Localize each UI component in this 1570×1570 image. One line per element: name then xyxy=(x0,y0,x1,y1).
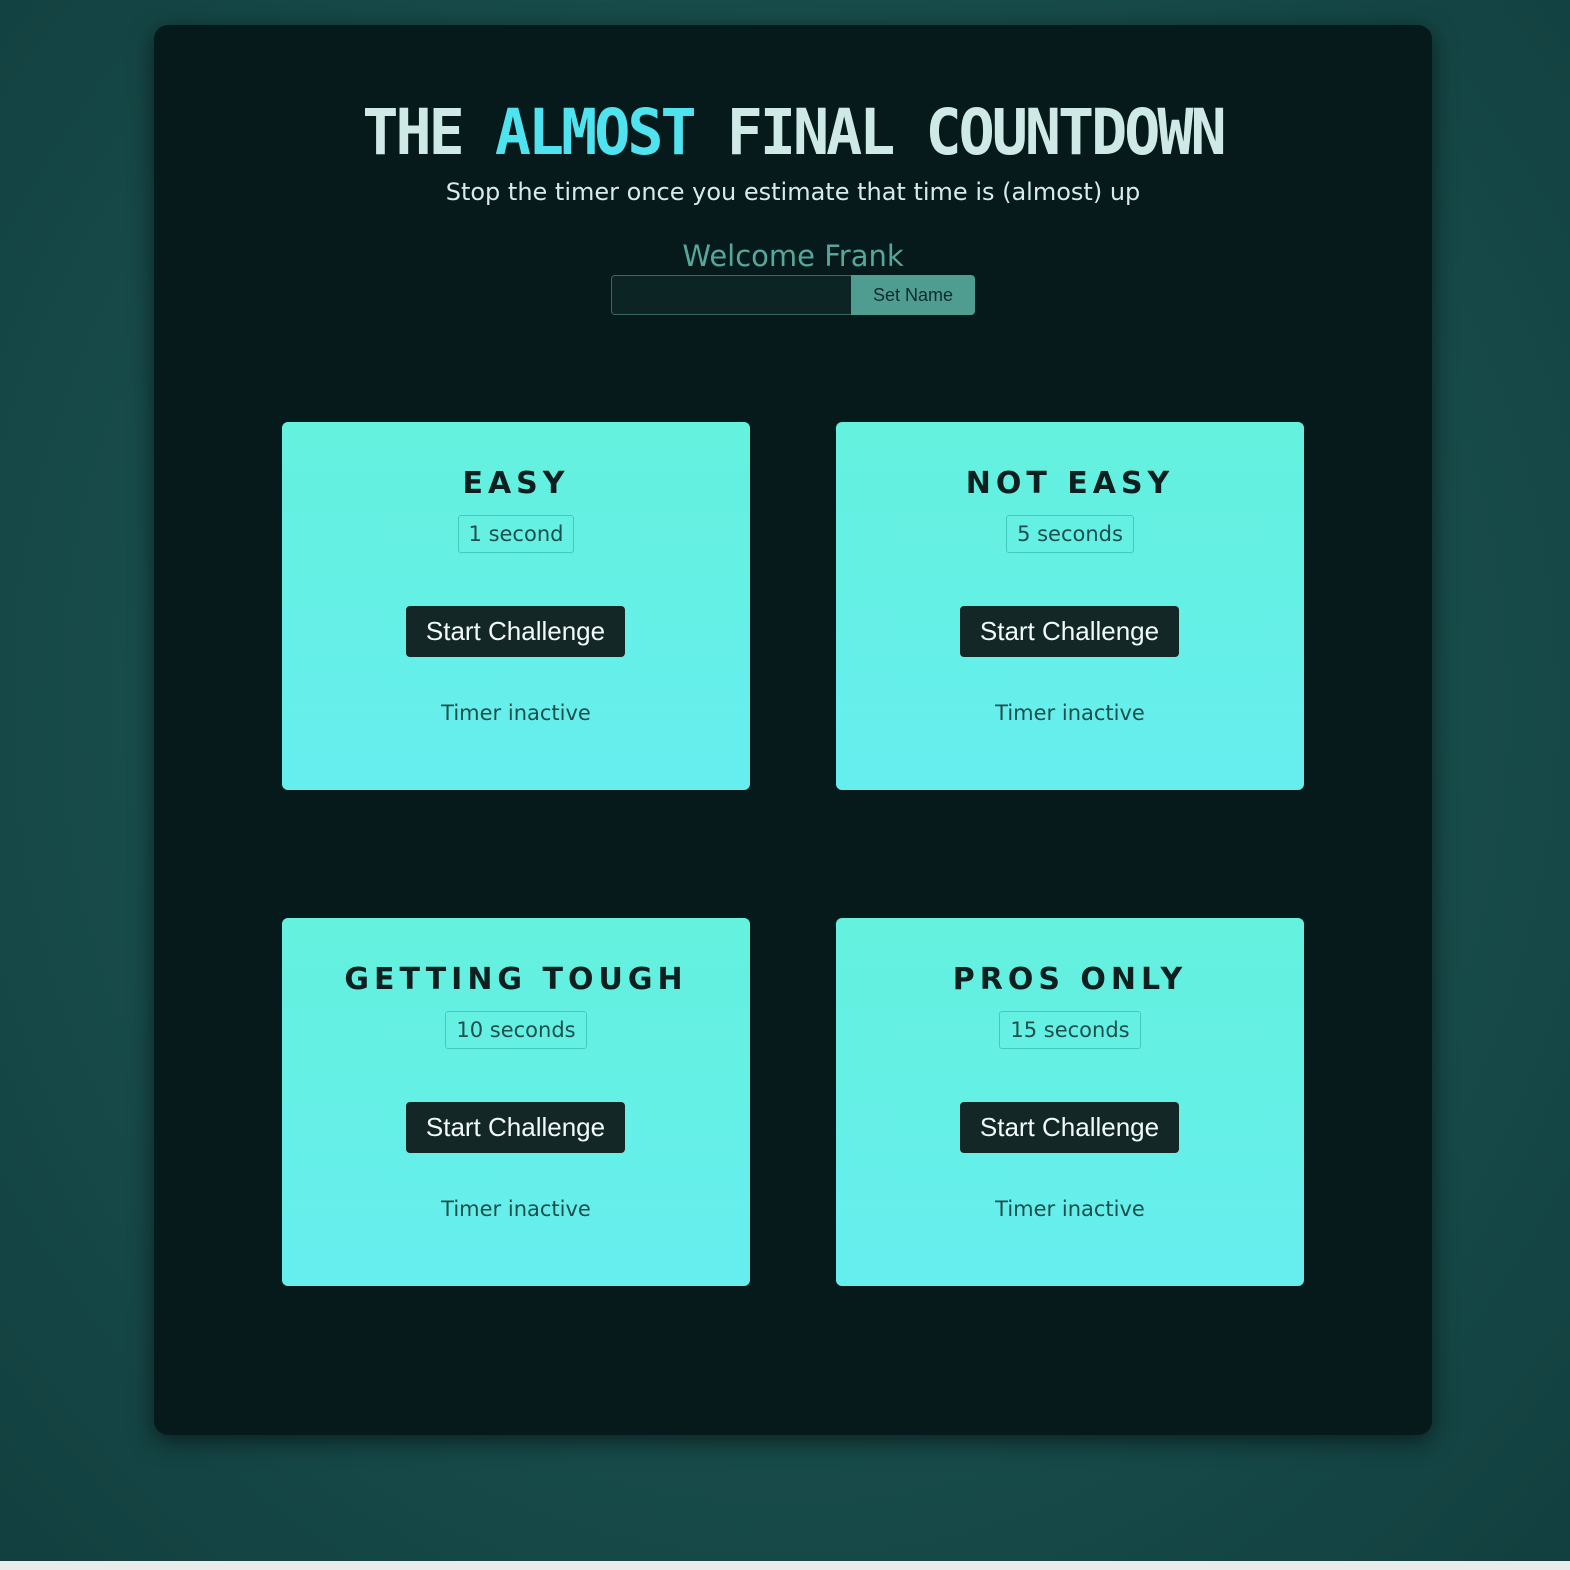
start-challenge-button[interactable]: Start Challenge xyxy=(960,1102,1179,1153)
page-subtitle: Stop the timer once you estimate that ti… xyxy=(445,178,1141,206)
challenge-title: PROS ONLY xyxy=(952,962,1188,997)
challenge-title: EASY xyxy=(462,466,570,501)
welcome-message: Welcome Frank xyxy=(682,239,904,273)
timer-status: Timer inactive xyxy=(441,1197,591,1221)
timer-status: Timer inactive xyxy=(441,701,591,725)
timer-status: Timer inactive xyxy=(995,1197,1145,1221)
start-challenge-button[interactable]: Start Challenge xyxy=(960,606,1179,657)
start-challenge-button[interactable]: Start Challenge xyxy=(406,606,625,657)
challenge-card-getting-tough: GETTING TOUGH 10 seconds Start Challenge… xyxy=(282,918,750,1286)
title-suffix: FINAL COUNTDOWN xyxy=(726,96,1227,170)
challenge-duration-badge: 1 second xyxy=(457,515,575,553)
title-accent: ALMOST xyxy=(494,96,697,170)
main-panel: THE ALMOST FINAL COUNTDOWN Stop the time… xyxy=(154,25,1432,1435)
set-name-button[interactable]: Set Name xyxy=(851,275,975,315)
challenge-duration-badge: 10 seconds xyxy=(445,1011,587,1049)
start-challenge-button[interactable]: Start Challenge xyxy=(406,1102,625,1153)
challenge-card-not-easy: NOT EASY 5 seconds Start Challenge Timer… xyxy=(836,422,1304,790)
challenge-card-easy: EASY 1 second Start Challenge Timer inac… xyxy=(282,422,750,790)
page-bottom-edge xyxy=(0,1561,1570,1570)
challenge-duration-badge: 5 seconds xyxy=(1006,515,1134,553)
name-input[interactable] xyxy=(611,275,851,315)
challenge-duration-badge: 15 seconds xyxy=(999,1011,1141,1049)
page-title: THE ALMOST FINAL COUNTDOWN xyxy=(154,93,1432,173)
name-form: Set Name xyxy=(611,275,975,315)
page: { "header": { "title_prefix": "THE", "ti… xyxy=(0,0,1570,1570)
challenge-title: GETTING TOUGH xyxy=(344,962,688,997)
title-prefix: THE xyxy=(362,96,464,170)
challenge-title: NOT EASY xyxy=(965,466,1175,501)
timer-status: Timer inactive xyxy=(995,701,1145,725)
challenge-card-pros-only: PROS ONLY 15 seconds Start Challenge Tim… xyxy=(836,918,1304,1286)
